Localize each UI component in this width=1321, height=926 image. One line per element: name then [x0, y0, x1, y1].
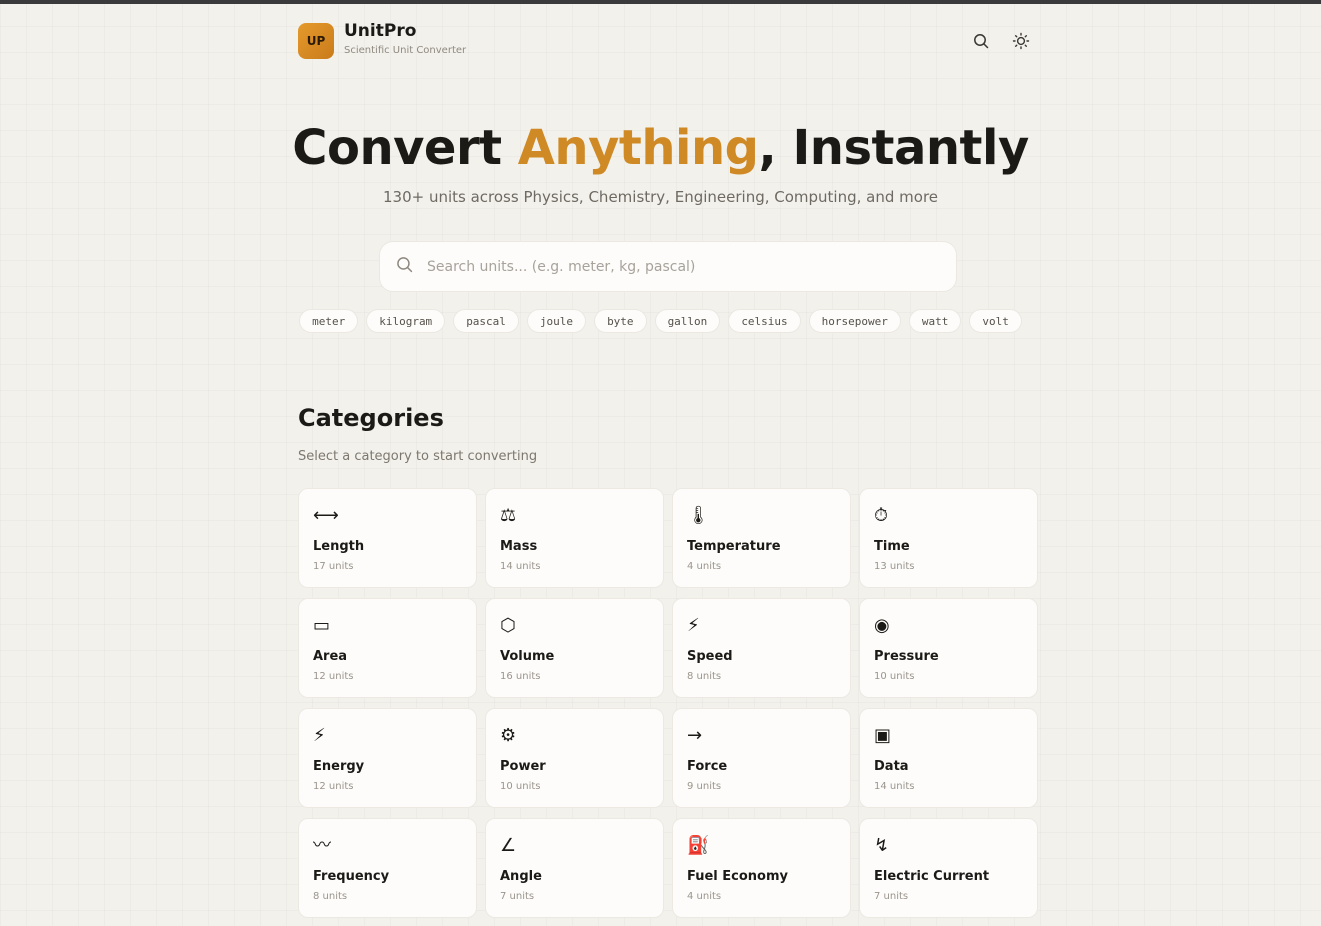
category-card-temperature[interactable]: 🌡 Temperature 4 units — [672, 488, 851, 588]
chip-pascal[interactable]: pascal — [453, 309, 519, 333]
category-name: Time — [874, 539, 910, 554]
category-card-volume[interactable]: ⬡ Volume 16 units — [485, 598, 664, 698]
chip-watt[interactable]: watt — [908, 309, 962, 333]
chip-gallon[interactable]: gallon — [654, 309, 721, 333]
chip-kilogram[interactable]: kilogram — [366, 309, 446, 333]
category-icon: ⛽ — [687, 835, 710, 856]
chip-meter[interactable]: meter — [299, 309, 359, 333]
hero-title-accent: Anything — [517, 120, 759, 176]
category-card-speed[interactable]: ⚡ Speed 8 units — [672, 598, 851, 698]
category-card-length[interactable]: ⟷ Length 17 units — [298, 488, 477, 588]
category-unit-count: 9 units — [687, 781, 722, 792]
category-unit-count: 10 units — [874, 671, 915, 682]
category-unit-count: 16 units — [500, 671, 541, 682]
category-icon: ⏱ — [874, 505, 889, 526]
category-unit-count: 12 units — [313, 671, 354, 682]
category-unit-count: 13 units — [874, 561, 915, 572]
category-name: Electric Current — [874, 869, 990, 884]
category-unit-count: 14 units — [874, 781, 915, 792]
category-unit-count: 7 units — [874, 891, 909, 902]
category-icon: ∠ — [500, 835, 517, 856]
theme-toggle-sun-icon[interactable] — [1010, 30, 1032, 52]
hero: Convert Anything, Instantly 130+ units a… — [0, 120, 1321, 206]
brand-name: UnitPro — [344, 20, 417, 41]
category-icon: ▣ — [874, 725, 892, 746]
categories-subtitle: Select a category to start converting — [298, 449, 538, 464]
logo-badge: UP — [298, 23, 334, 59]
category-card-electric-current[interactable]: ↯ Electric Current 7 units — [859, 818, 1038, 918]
category-unit-count: 4 units — [687, 891, 722, 902]
category-icon: ⚙ — [500, 725, 517, 746]
top-border — [0, 0, 1321, 4]
brand-subtitle: Scientific Unit Converter — [344, 44, 467, 56]
category-card-fuel-economy[interactable]: ⛽ Fuel Economy 4 units — [672, 818, 851, 918]
category-card-mass[interactable]: ⚖ Mass 14 units — [485, 488, 664, 588]
brand-text: UnitPro Scientific Unit Converter — [344, 21, 466, 56]
category-name: Speed — [687, 649, 733, 664]
category-name: Fuel Economy — [687, 869, 789, 884]
category-icon: ▭ — [313, 615, 331, 636]
chip-horsepower[interactable]: horsepower — [808, 309, 901, 333]
category-unit-count: 10 units — [500, 781, 541, 792]
category-unit-count: 7 units — [500, 891, 535, 902]
category-name: Volume — [500, 649, 555, 664]
category-name: Energy — [313, 759, 365, 774]
hero-subtitle: 130+ units across Physics, Chemistry, En… — [382, 188, 939, 206]
category-name: Data — [874, 759, 909, 774]
categories-title: Categories — [298, 404, 444, 432]
category-icon: ◉ — [874, 615, 890, 636]
category-card-time[interactable]: ⏱ Time 13 units — [859, 488, 1038, 588]
category-icon: 〰 — [313, 835, 331, 856]
category-grid: ⟷ Length 17 units ⚖ Mass 14 units 🌡 Temperature… — [298, 488, 1038, 918]
category-card-power[interactable]: ⚙ Power 10 units — [485, 708, 664, 808]
category-card-data[interactable]: ▣ Data 14 units — [859, 708, 1038, 808]
category-name: Force — [687, 759, 728, 774]
brand[interactable]: UP UnitPro Scientific Unit Converter — [298, 21, 466, 59]
category-name: Power — [500, 759, 546, 774]
header-actions — [970, 30, 1032, 52]
category-icon: ⚡ — [687, 615, 700, 636]
category-name: Mass — [500, 539, 538, 554]
search-input[interactable] — [427, 258, 927, 275]
category-name: Frequency — [313, 869, 390, 884]
category-card-force[interactable]: → Force 9 units — [672, 708, 851, 808]
quick-search-chips: meter kilogram pascal joule byte gallon celsiu… — [0, 309, 1321, 333]
chip-joule[interactable]: joule — [526, 309, 587, 333]
category-name: Length — [313, 539, 365, 554]
category-icon: ↯ — [874, 835, 890, 856]
category-icon: → — [687, 725, 703, 746]
hero-title-suffix: , Instantly — [758, 120, 1030, 176]
category-unit-count: 8 units — [313, 891, 348, 902]
category-unit-count: 14 units — [500, 561, 541, 572]
category-card-frequency[interactable]: 〰 Frequency 8 units — [298, 818, 477, 918]
category-icon: ⬡ — [500, 615, 516, 636]
search-bar — [379, 241, 957, 292]
category-unit-count: 8 units — [687, 671, 722, 682]
chip-celsius[interactable]: celsius — [728, 309, 801, 333]
search-icon[interactable] — [970, 30, 992, 52]
chip-byte[interactable]: byte — [594, 309, 647, 333]
category-unit-count: 12 units — [313, 781, 354, 792]
category-card-angle[interactable]: ∠ Angle 7 units — [485, 818, 664, 918]
category-icon: ⚖ — [500, 505, 517, 526]
category-name: Pressure — [874, 649, 939, 664]
category-icon: ⟷ — [313, 505, 339, 526]
category-card-area[interactable]: ▭ Area 12 units — [298, 598, 477, 698]
app-header: UP UnitPro Scientific Unit Converter — [298, 16, 1038, 66]
category-unit-count: 4 units — [687, 561, 722, 572]
category-card-pressure[interactable]: ◉ Pressure 10 units — [859, 598, 1038, 698]
search-icon — [396, 256, 413, 277]
hero-title: Convert Anything, Instantly — [0, 120, 1321, 176]
chip-volt[interactable]: volt — [969, 309, 1022, 333]
hero-title-prefix: Convert — [292, 120, 518, 176]
category-icon: ⚡ — [313, 725, 326, 746]
category-name: Area — [313, 649, 348, 664]
category-name: Temperature — [687, 539, 781, 554]
category-card-energy[interactable]: ⚡ Energy 12 units — [298, 708, 477, 808]
category-unit-count: 17 units — [313, 561, 354, 572]
category-icon: 🌡 — [687, 505, 710, 526]
category-name: Angle — [500, 869, 542, 884]
